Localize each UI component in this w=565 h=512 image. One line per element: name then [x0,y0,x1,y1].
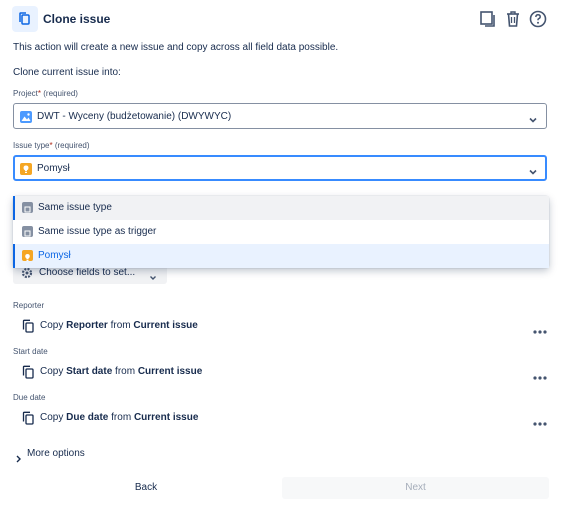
menu-option-same-issue-type[interactable]: Same issue type [13,196,549,220]
clone-issue-panel: Clone issue This action will create a ne [0,0,565,512]
panel-title: Clone issue [43,12,111,26]
issue-type-value: Pomysł [37,163,70,174]
required-mark: * [37,89,42,98]
generic-type-icon [22,226,33,237]
more-options-label: More options [27,448,85,459]
more-options-toggle[interactable]: More options [13,447,133,463]
copy-prefix: Copy [40,366,64,377]
chevron-down-icon [528,164,538,175]
copy-prefix: Copy [40,320,64,331]
copy-icon [22,319,34,333]
clone-action-icon [12,6,38,32]
back-button[interactable]: Back [13,477,279,499]
chevron-down-icon [528,112,538,123]
field-row-text: Copy Start date from Current issue [40,366,202,377]
action-description: This action will create a new issue and … [13,42,339,53]
copy-prefix: Copy [40,412,64,423]
menu-option-same-as-trigger[interactable]: Same issue type as trigger [13,220,549,244]
issue-type-label-text: Issue type [13,141,50,150]
field-row-reporter[interactable]: Copy Reporter from Current issue [20,316,550,336]
more-icon[interactable] [532,322,548,334]
project-value: DWT - Wyceny (budżetowanie) (DWYWYC) [37,111,232,122]
project-select[interactable]: DWT - Wyceny (budżetowanie) (DWYWYC) [13,103,547,129]
reporter-label: Reporter [13,301,45,310]
more-icon[interactable] [532,414,548,426]
required-mark: * [49,141,53,150]
field-row-due-date[interactable]: Copy Due date from Current issue [20,408,550,428]
lightbulb-icon [22,250,33,261]
issue-type-select[interactable]: Pomysł [13,155,547,181]
field-row-text: Copy Reporter from Current issue [40,320,198,331]
trash-icon[interactable] [503,9,523,29]
next-button[interactable]: Next [282,477,549,499]
option-label: Same issue type [38,202,112,213]
menu-option-pomysl[interactable]: Pomysł [13,244,549,268]
issue-type-menu: Same issue type Same issue type as trigg… [13,196,549,268]
issue-type-label: Issue type* (required) [13,141,90,150]
start-date-label: Start date [13,347,48,356]
project-label: Project* (required) [13,89,78,98]
lightbulb-icon [20,162,32,175]
option-label: Same issue type as trigger [38,226,157,237]
copy-icon [22,365,34,379]
from-text: from [115,366,136,377]
panel-header: Clone issue [12,6,552,32]
duplicate-icon[interactable] [478,9,498,29]
due-date-label: Due date [13,393,46,402]
source-name: Current issue [133,412,199,423]
option-label: Pomysł [38,250,71,261]
field-row-text: Copy Due date from Current issue [40,412,198,423]
generic-type-icon [22,202,33,213]
from-text: from [111,412,132,423]
source-name: Current issue [133,320,198,331]
project-avatar-icon [20,110,32,123]
source-name: Current issue [137,366,203,377]
chevron-right-icon [15,450,22,463]
choose-fields-label: Choose fields to set... [39,267,136,278]
field-name: Start date [66,366,113,377]
more-icon[interactable] [532,368,548,380]
field-name: Due date [66,412,109,423]
required-text: (required) [43,89,78,98]
clone-into-label: Clone current issue into: [13,67,121,78]
project-label-text: Project [13,89,38,98]
required-text: (required) [54,141,90,150]
field-name: Reporter [66,320,108,331]
chevron-down-icon [149,269,157,280]
field-row-start-date[interactable]: Copy Start date from Current issue [20,362,550,382]
from-text: from [110,320,131,331]
copy-icon [22,411,34,425]
help-icon[interactable] [528,9,548,29]
